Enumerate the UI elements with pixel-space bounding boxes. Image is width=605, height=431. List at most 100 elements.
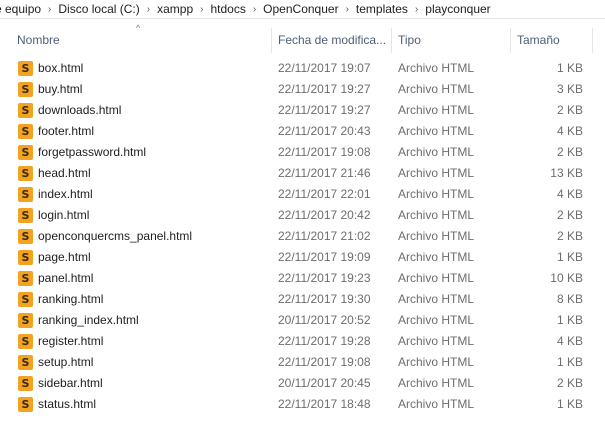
- chevron-right-icon[interactable]: ›: [343, 4, 352, 15]
- breadcrumb-item-computer[interactable]: e equipo: [0, 2, 45, 16]
- file-size: 10 KB: [550, 271, 583, 285]
- file-type: Archivo HTML: [398, 355, 475, 369]
- file-row[interactable]: Sforgetpassword.html 22/11/2017 19:08 Arch…: [0, 142, 605, 163]
- file-name: status.html: [38, 397, 97, 411]
- file-modified-date: 22/11/2017 19:09: [278, 250, 371, 264]
- file-row[interactable]: Sbox.html 22/11/2017 19:07 Archivo HTML 1 K…: [0, 58, 605, 79]
- sublime-text-file-icon: S: [18, 250, 33, 265]
- file-name: footer.html: [38, 124, 95, 138]
- file-type: Archivo HTML: [398, 313, 475, 327]
- file-type: Archivo HTML: [398, 82, 475, 96]
- column-header-size[interactable]: Tamaño: [517, 26, 560, 55]
- column-header-name[interactable]: Nombre: [17, 26, 60, 55]
- chevron-right-icon[interactable]: ›: [197, 4, 206, 15]
- file-name: sidebar.html: [38, 376, 103, 390]
- column-divider[interactable]: [391, 28, 392, 53]
- file-name: panel.html: [38, 271, 94, 285]
- file-row[interactable]: Slogin.html 22/11/2017 20:42 Archivo HTML 2…: [0, 205, 605, 226]
- breadcrumb-item-templates[interactable]: templates: [352, 2, 412, 16]
- column-divider[interactable]: [592, 28, 593, 53]
- breadcrumb-item-openconquer[interactable]: OpenConquer: [259, 2, 342, 16]
- column-divider[interactable]: [271, 28, 272, 53]
- file-modified-date: 22/11/2017 21:02: [278, 229, 371, 243]
- file-row[interactable]: Sstatus.html 22/11/2017 18:48 Archivo HTML…: [0, 394, 605, 415]
- file-row[interactable]: Spanel.html 22/11/2017 19:23 Archivo HTML 1…: [0, 268, 605, 289]
- file-type: Archivo HTML: [398, 208, 475, 222]
- breadcrumb-item-htdocs[interactable]: htdocs: [206, 2, 249, 16]
- file-modified-date: 22/11/2017 20:42: [278, 208, 371, 222]
- file-name: index.html: [38, 187, 93, 201]
- file-type: Archivo HTML: [398, 250, 475, 264]
- file-modified-date: 22/11/2017 19:08: [278, 355, 371, 369]
- file-modified-date: 22/11/2017 20:43: [278, 124, 371, 138]
- sublime-text-file-icon: S: [18, 292, 33, 307]
- file-row[interactable]: Sbuy.html 22/11/2017 19:27 Archivo HTML 3 K…: [0, 79, 605, 100]
- column-header-type[interactable]: Tipo: [398, 26, 421, 55]
- sublime-text-file-icon: S: [18, 313, 33, 328]
- file-modified-date: 22/11/2017 19:27: [278, 103, 371, 117]
- file-type: Archivo HTML: [398, 103, 475, 117]
- file-modified-date: 20/11/2017 20:52: [278, 313, 371, 327]
- file-row[interactable]: Sranking.html 22/11/2017 19:30 Archivo HTM…: [0, 289, 605, 310]
- file-size: 3 KB: [556, 82, 583, 96]
- chevron-right-icon[interactable]: ›: [250, 4, 259, 15]
- column-header-row: ^ Nombre Fecha de modifica... Tipo Tamañ…: [0, 23, 605, 55]
- sublime-text-file-icon: S: [18, 208, 33, 223]
- file-modified-date: 22/11/2017 19:23: [278, 271, 371, 285]
- file-name: downloads.html: [38, 103, 122, 117]
- file-name: forgetpassword.html: [38, 145, 147, 159]
- file-row[interactable]: Sdownloads.html 22/11/2017 19:27 Archivo H…: [0, 100, 605, 121]
- sort-ascending-icon: ^: [136, 23, 141, 33]
- file-modified-date: 22/11/2017 19:08: [278, 145, 371, 159]
- chevron-right-icon[interactable]: ›: [144, 4, 153, 15]
- file-row[interactable]: Ssidebar.html 20/11/2017 20:45 Archivo HTM…: [0, 373, 605, 394]
- file-modified-date: 22/11/2017 18:48: [278, 397, 371, 411]
- file-type: Archivo HTML: [398, 397, 475, 411]
- sublime-text-file-icon: S: [18, 334, 33, 349]
- file-row[interactable]: Sregister.html 22/11/2017 19:28 Archivo HT…: [0, 331, 605, 352]
- file-type: Archivo HTML: [398, 166, 475, 180]
- file-modified-date: 22/11/2017 22:01: [278, 187, 371, 201]
- file-size: 1 KB: [556, 397, 583, 411]
- chevron-right-icon[interactable]: ›: [45, 4, 54, 15]
- sublime-text-file-icon: S: [18, 229, 33, 244]
- file-row[interactable]: Spage.html 22/11/2017 19:09 Archivo HTML 1 …: [0, 247, 605, 268]
- file-name: openconquercms_panel.html: [38, 229, 193, 243]
- file-row[interactable]: Sfooter.html 22/11/2017 20:43 Archivo HTML…: [0, 121, 605, 142]
- file-size: 2 KB: [556, 145, 583, 159]
- file-modified-date: 22/11/2017 19:30: [278, 292, 371, 306]
- file-size: 1 KB: [556, 61, 583, 75]
- file-size: 2 KB: [556, 208, 583, 222]
- breadcrumb-item-playconquer[interactable]: playconquer: [421, 2, 494, 16]
- sublime-text-file-icon: S: [18, 271, 33, 286]
- sublime-text-file-icon: S: [18, 187, 33, 202]
- chevron-right-icon[interactable]: ›: [412, 4, 421, 15]
- sublime-text-file-icon: S: [18, 124, 33, 139]
- sublime-text-file-icon: S: [18, 166, 33, 181]
- file-name: login.html: [38, 208, 90, 222]
- sublime-text-file-icon: S: [18, 103, 33, 118]
- file-modified-date: 20/11/2017 20:45: [278, 376, 371, 390]
- file-name: box.html: [38, 61, 84, 75]
- file-type: Archivo HTML: [398, 271, 475, 285]
- column-divider[interactable]: [510, 28, 511, 53]
- file-row[interactable]: Sindex.html 22/11/2017 22:01 Archivo HTML 4…: [0, 184, 605, 205]
- file-name: ranking_index.html: [38, 313, 139, 327]
- file-type: Archivo HTML: [398, 124, 475, 138]
- file-row[interactable]: Sopenconquercms_panel.html 22/11/2017 21:…: [0, 226, 605, 247]
- breadcrumb-item-xampp[interactable]: xampp: [153, 2, 197, 16]
- file-list: Sbox.html 22/11/2017 19:07 Archivo HTML 1 K…: [0, 58, 605, 415]
- file-type: Archivo HTML: [398, 334, 475, 348]
- breadcrumb-item-local-disk[interactable]: Disco local (C:): [54, 2, 143, 16]
- file-size: 2 KB: [556, 103, 583, 117]
- sublime-text-file-icon: S: [18, 82, 33, 97]
- file-row[interactable]: Ssetup.html 22/11/2017 19:08 Archivo HTML 1…: [0, 352, 605, 373]
- file-row[interactable]: Sranking_index.html 20/11/2017 20:52 Archi…: [0, 310, 605, 331]
- file-modified-date: 22/11/2017 19:28: [278, 334, 371, 348]
- file-size: 1 KB: [556, 355, 583, 369]
- file-modified-date: 22/11/2017 19:07: [278, 61, 371, 75]
- file-row[interactable]: Shead.html 22/11/2017 21:46 Archivo HTML 13…: [0, 163, 605, 184]
- file-size: 8 KB: [556, 292, 583, 306]
- column-header-date[interactable]: Fecha de modifica...: [278, 26, 386, 55]
- file-size: 1 KB: [556, 250, 583, 264]
